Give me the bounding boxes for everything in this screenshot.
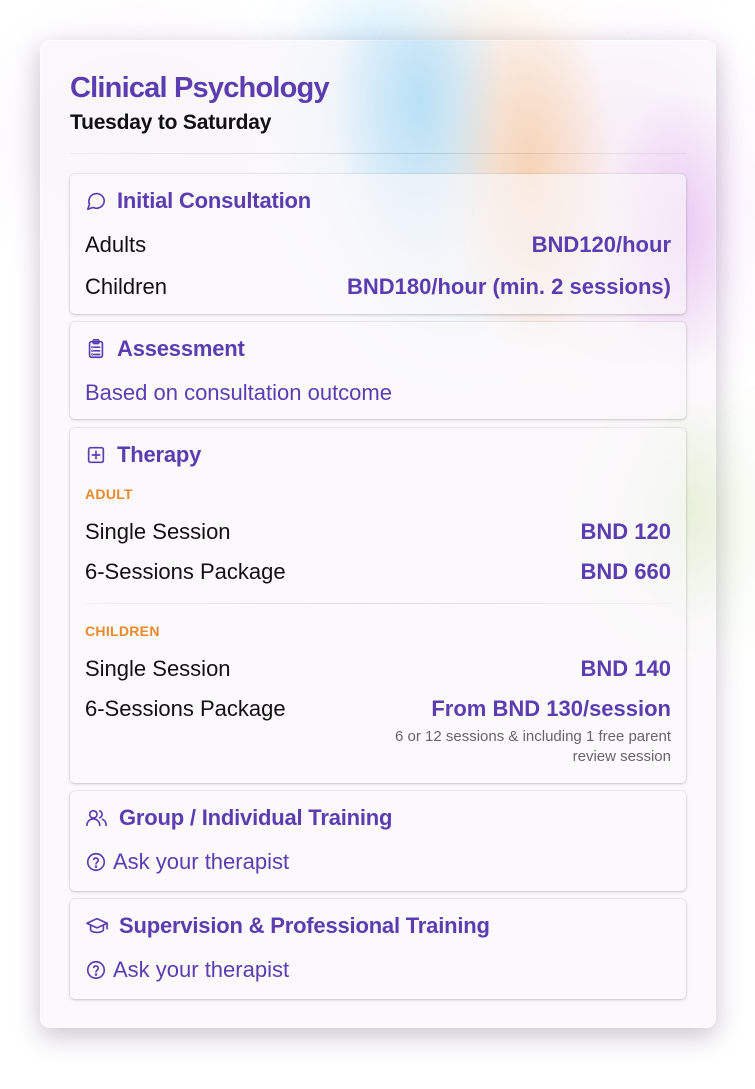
ask-therapist-text: Ask your therapist (113, 849, 290, 874)
children-section-label: CHILDREN (85, 623, 160, 639)
price-label: 6-Sessions Package (85, 559, 286, 584)
price-value: BND180/hour (min. 2 sessions) (347, 274, 671, 299)
group-training-title: Group / Individual Training (119, 805, 393, 830)
price-value: BND120/hour (531, 232, 671, 257)
price-value: BND 140 (580, 656, 671, 681)
plus-square-icon (87, 446, 105, 464)
initial-consultation-panel: Initial Consultation Adults BND120/hour … (70, 174, 686, 314)
section-divider (85, 603, 671, 604)
supervision-panel: Supervision & Professional Training Ask … (70, 899, 686, 999)
price-value: From BND 130/session (431, 696, 671, 721)
users-icon (86, 809, 107, 827)
assessment-title: Assessment (117, 336, 245, 361)
therapy-title: Therapy (117, 442, 202, 467)
graduation-cap-icon (86, 917, 108, 934)
price-row: Single Session BND 140 (85, 656, 671, 682)
group-training-panel: Group / Individual Training Ask your the… (70, 791, 686, 891)
price-label: Single Session (85, 656, 231, 681)
assessment-heading: Assessment (85, 336, 245, 362)
initial-consultation-heading: Initial Consultation (85, 188, 311, 214)
ask-therapist-text: Ask your therapist (113, 957, 290, 982)
price-row: 6-Sessions Package From BND 130/session (85, 696, 671, 722)
header-divider (70, 153, 686, 154)
price-row: Single Session BND 120 (85, 519, 671, 545)
ask-therapist-link[interactable]: Ask your therapist (85, 849, 289, 875)
adult-section-label: ADULT (85, 486, 133, 502)
price-label: Children (85, 274, 167, 299)
therapy-heading: Therapy (85, 442, 201, 468)
initial-consultation-title: Initial Consultation (117, 188, 311, 213)
clipboard-icon (88, 339, 104, 359)
price-value: BND 120 (580, 519, 671, 544)
price-label: Adults (85, 232, 147, 257)
pricing-card: Clinical Psychology Tuesday to Saturday … (40, 40, 716, 1028)
price-row: Adults BND120/hour (85, 232, 671, 258)
price-value: BND 660 (580, 559, 671, 584)
package-note: 6 or 12 sessions & including 1 free pare… (395, 728, 671, 765)
assessment-text: Based on consultation outcome (85, 380, 392, 405)
help-circle-icon (86, 852, 106, 872)
supervision-heading: Supervision & Professional Training (85, 913, 490, 939)
therapy-panel: Therapy ADULT Single Session BND 120 6-S… (70, 428, 686, 783)
chat-bubble-icon (86, 192, 106, 211)
schedule-subtitle: Tuesday to Saturday (70, 111, 272, 134)
price-label: Single Session (85, 519, 231, 544)
price-row: 6-Sessions Package BND 660 (85, 559, 671, 585)
page-title: Clinical Psychology (70, 72, 330, 104)
group-training-heading: Group / Individual Training (85, 805, 392, 831)
price-row: Children BND180/hour (min. 2 sessions) (85, 274, 671, 300)
price-label: 6-Sessions Package (85, 696, 286, 721)
help-circle-icon (86, 960, 106, 980)
supervision-title: Supervision & Professional Training (119, 913, 490, 938)
assessment-panel: Assessment Based on consultation outcome (70, 322, 686, 419)
ask-therapist-link[interactable]: Ask your therapist (85, 957, 289, 983)
